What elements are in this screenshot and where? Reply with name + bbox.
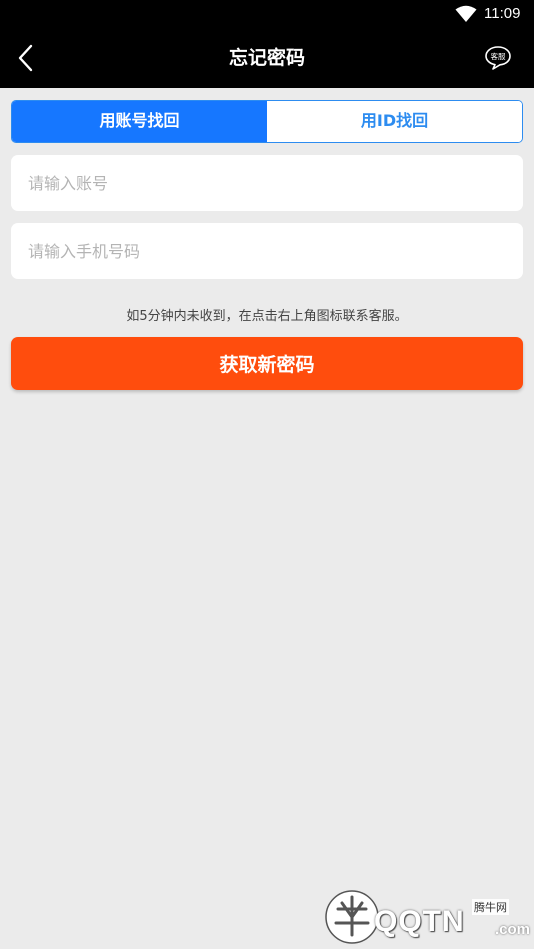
account-field-box (11, 155, 523, 211)
tab-by-account[interactable]: 用账号找回 (12, 101, 267, 142)
page-title: 忘记密码 (228, 47, 305, 69)
wifi-icon (455, 5, 477, 22)
tab-by-id[interactable]: 用ID找回 (267, 101, 522, 142)
phone-input[interactable] (11, 223, 523, 279)
phone-field-box (11, 223, 523, 279)
status-bar: 11:09 (0, 0, 534, 28)
watermark-site-name: 腾牛网 (472, 899, 509, 915)
customer-service-icon[interactable]: 客服 (484, 45, 512, 71)
watermark-logo-icon (325, 890, 379, 944)
account-input[interactable] (11, 155, 523, 211)
hint-text: 如5分钟内未收到，在点击右上角图标联系客服。 (126, 309, 408, 324)
watermark: 腾牛网 QQTN .com (322, 885, 534, 949)
watermark-brand: QQTN (374, 905, 465, 938)
watermark-domain: .com (495, 921, 531, 938)
status-time: 11:09 (484, 5, 521, 22)
app-bar: 忘记密码 客服 (0, 28, 534, 88)
customer-service-label: 客服 (491, 51, 506, 61)
recovery-method-tabs: 用账号找回 用ID找回 (11, 100, 523, 143)
back-arrow-icon[interactable] (10, 42, 42, 74)
get-new-password-button[interactable]: 获取新密码 (11, 337, 523, 390)
